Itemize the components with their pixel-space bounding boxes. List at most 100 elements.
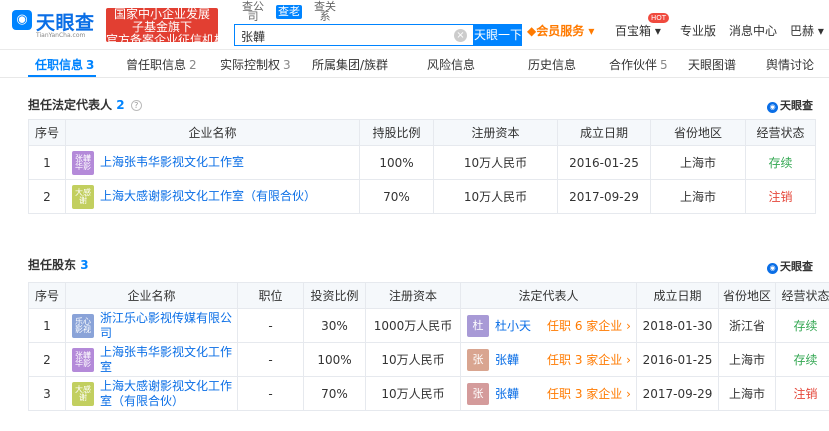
avatar: 杜: [467, 314, 489, 337]
status-badge: 注销: [745, 179, 816, 214]
tab-actual-control[interactable]: 实际控制权 3: [220, 56, 291, 73]
col-header: 成立日期: [557, 119, 651, 146]
tab-current-positions[interactable]: 任职信息 3: [35, 56, 94, 73]
tab-partners[interactable]: 合作伙伴 5: [609, 56, 668, 73]
user-menu[interactable]: 巴赫 ▾: [790, 22, 824, 39]
table-row: 3 大感谢 上海大感谢影视文化工作室（有限合伙） - 70% 10万人民币 张张韡…: [28, 376, 829, 411]
status-badge: 存续: [745, 145, 816, 180]
search-input[interactable]: 张韡 ×: [234, 24, 474, 46]
col-header: 企业名称: [65, 282, 238, 309]
brand-watermark: ◉ 天眼查: [767, 258, 813, 274]
col-header: 注册资本: [433, 119, 558, 146]
row-number: 1: [28, 308, 66, 343]
col-header: 持股比例: [359, 119, 434, 146]
avatar: 张: [467, 382, 489, 405]
founded-date: 2016-01-25: [636, 342, 719, 377]
user-name: 巴赫: [790, 24, 815, 38]
col-header: 法定代表人: [460, 282, 637, 309]
registered-capital: 10万人民币: [365, 376, 461, 411]
table-row: 2 大感谢 上海大感谢影视文化工作室（有限合伙） 70% 10万人民币 2017-…: [28, 179, 816, 214]
table-row: 1 张韡华影 上海张韦华影视文化工作室 100% 10万人民币 2016-01-2…: [28, 145, 816, 180]
related-companies-link[interactable]: 任职 3 家企业 ›: [547, 351, 631, 368]
col-header: 投资比例: [303, 282, 366, 309]
company-logo: 张韡华影: [72, 150, 94, 175]
tab-risk-info[interactable]: 风险信息: [427, 56, 475, 73]
company-link[interactable]: 上海张韦华影视文化工作室: [100, 155, 244, 170]
hot-badge: HOT: [648, 13, 670, 23]
row-number: 2: [28, 342, 66, 377]
treasure-box-label: 百宝箱: [615, 24, 652, 38]
shareholder-section-title: 担任股东 3: [28, 258, 89, 272]
region: 上海市: [718, 376, 776, 411]
eye-logo-icon: ◉: [767, 102, 778, 113]
promo-banner[interactable]: 国家中小企业发展 子基金旗下 官方备案企业征信机构: [106, 8, 218, 42]
position: -: [237, 342, 304, 377]
tab-graph[interactable]: 天眼图谱: [688, 56, 736, 73]
legal-rep-link[interactable]: 张韡: [495, 385, 543, 402]
legal-rep-link[interactable]: 杜小天: [495, 317, 543, 334]
company-link[interactable]: 浙江乐心影视传媒有限公司: [100, 311, 237, 341]
tab-search-boss[interactable]: 查老板: [276, 5, 302, 32]
investment-ratio: 70%: [303, 376, 366, 411]
table-row: 2 张韡华影 上海张韦华影视文化工作室 - 100% 10万人民币 张张韡 任职 3…: [28, 342, 829, 377]
registered-capital: 10万人民币: [433, 179, 558, 214]
tab-group[interactable]: 所属集团/族群: [312, 56, 388, 73]
position: -: [237, 376, 304, 411]
company-link[interactable]: 上海张韦华影视文化工作室: [100, 345, 237, 375]
tab-past-positions[interactable]: 曾任职信息 2: [126, 56, 197, 73]
tab-history[interactable]: 历史信息: [528, 56, 576, 73]
tab-discussion[interactable]: 舆情讨论: [766, 56, 814, 73]
search-button[interactable]: 天眼一下: [474, 24, 522, 46]
legal-rep-link[interactable]: 张韡: [495, 351, 543, 368]
region: 上海市: [650, 179, 746, 214]
region: 浙江省: [718, 308, 776, 343]
col-header: 序号: [28, 282, 66, 309]
pro-version-link[interactable]: 专业版: [680, 22, 716, 39]
brand-watermark: ◉ 天眼查: [767, 97, 813, 113]
status-badge: 注销: [775, 376, 829, 411]
help-icon[interactable]: ?: [130, 100, 142, 111]
company-link[interactable]: 上海大感谢影视文化工作室（有限合伙）: [100, 189, 316, 204]
vip-label: 会员服务: [536, 24, 585, 38]
company-logo: 大感谢: [72, 381, 94, 406]
investment-ratio: 100%: [303, 342, 366, 377]
related-companies-link[interactable]: 任职 3 家企业 ›: [547, 385, 631, 402]
tab-search-company[interactable]: 查公司: [240, 1, 266, 22]
tab-search-relation[interactable]: 查关系: [312, 1, 338, 22]
top-header: ◉ 天眼查 TianYanCha.com 国家中小企业发展 子基金旗下 官方备案…: [0, 0, 829, 50]
legal-rep-section-title: 担任法定代表人 2 ?: [28, 96, 142, 113]
founded-date: 2017-09-29: [636, 376, 719, 411]
active-tab-indicator: [28, 75, 96, 77]
legal-rep-table: 序号 企业名称 持股比例 注册资本 成立日期 省份地区 经营状态 1 张韡华影上…: [28, 119, 816, 214]
status-badge: 存续: [775, 308, 829, 343]
treasure-box-link[interactable]: 百宝箱 ▾: [615, 22, 661, 39]
related-companies-link[interactable]: 任职 6 家企业 ›: [547, 317, 631, 334]
col-header: 序号: [28, 119, 66, 146]
search-type-tabs: 查公司 查老板 查关系: [240, 0, 370, 32]
chevron-right-icon: ›: [626, 387, 631, 401]
col-header: 注册资本: [365, 282, 461, 309]
status-badge: 存续: [775, 342, 829, 377]
col-header: 省份地区: [718, 282, 776, 309]
share-ratio: 100%: [359, 145, 434, 180]
col-header: 经营状态: [775, 282, 829, 309]
registered-capital: 10万人民币: [365, 342, 461, 377]
logo-subtext: TianYanCha.com: [36, 32, 86, 39]
eye-logo-icon: ◉: [12, 10, 32, 30]
col-header: 经营状态: [745, 119, 816, 146]
company-logo: 大感谢: [72, 184, 94, 209]
clear-icon[interactable]: ×: [454, 29, 467, 42]
company-link[interactable]: 上海大感谢影视文化工作室（有限合伙）: [100, 379, 237, 409]
col-header: 职位: [237, 282, 304, 309]
vip-service-link[interactable]: ◆会员服务 ▾: [527, 22, 594, 39]
shareholder-table: 序号 企业名称 职位 投资比例 注册资本 法定代表人 成立日期 省份地区 经营状…: [28, 282, 829, 411]
founded-date: 2016-01-25: [557, 145, 651, 180]
table-header-row: 序号 企业名称 持股比例 注册资本 成立日期 省份地区 经营状态: [28, 119, 816, 146]
col-header: 成立日期: [636, 282, 719, 309]
registered-capital: 1000万人民币: [365, 308, 461, 343]
logo-text: 天眼查: [36, 12, 95, 34]
message-center-link[interactable]: 消息中心: [729, 22, 777, 39]
row-number: 2: [28, 179, 66, 214]
site-logo[interactable]: ◉ 天眼查 TianYanCha.com: [12, 8, 104, 42]
search-value: 张韡: [241, 30, 266, 44]
